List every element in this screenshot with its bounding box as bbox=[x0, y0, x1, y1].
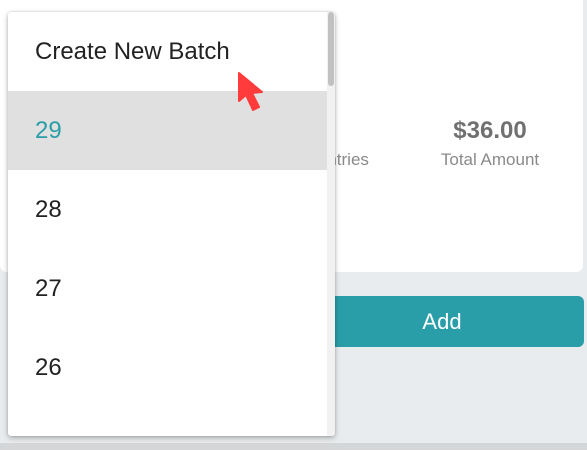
mouse-pointer-icon bbox=[238, 72, 263, 111]
batch-dropdown-menu[interactable]: Create New Batch 29 28 27 26 bbox=[8, 12, 335, 436]
dropdown-item-batch-29[interactable]: 29 bbox=[8, 91, 327, 170]
add-button[interactable]: Add bbox=[300, 296, 584, 347]
dropdown-item-create-new-batch[interactable]: Create New Batch bbox=[8, 12, 327, 91]
dropdown-item-batch-28[interactable]: 28 bbox=[8, 170, 327, 249]
app-screen: 2 Entries $36.00 Total Amount Add Create… bbox=[0, 0, 587, 450]
dropdown-item-batch-26[interactable]: 26 bbox=[8, 328, 327, 407]
total-amount-label: Total Amount bbox=[440, 150, 540, 169]
total-amount-stat: $36.00 Total Amount bbox=[430, 118, 550, 170]
total-amount-value: $36.00 bbox=[453, 117, 527, 144]
dropdown-scrollbar-thumb[interactable] bbox=[328, 12, 334, 86]
dropdown-scrollbar[interactable] bbox=[327, 12, 335, 436]
add-button-label: Add bbox=[422, 309, 462, 334]
bottom-divider bbox=[0, 443, 587, 450]
dropdown-item-batch-27[interactable]: 27 bbox=[8, 249, 327, 328]
